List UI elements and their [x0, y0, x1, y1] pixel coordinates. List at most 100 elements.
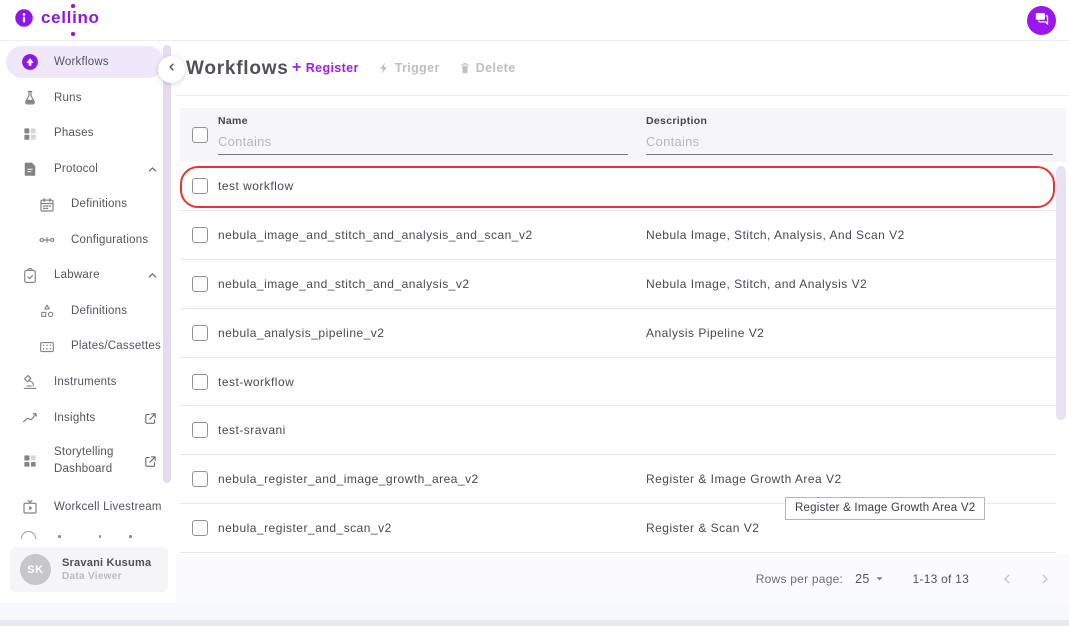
previous-page-button[interactable]: [999, 571, 1015, 587]
search-icon: [21, 531, 36, 539]
shapes-icon: [38, 302, 56, 320]
cell-name: test-sravani: [218, 423, 286, 437]
row-checkbox[interactable]: [192, 471, 208, 487]
sidebar-scrollbar[interactable]: [163, 45, 171, 483]
sidebar-item-label: Plates/Cassettes: [71, 338, 161, 355]
cell-description: Nebula Image, Stitch, and Analysis V2: [646, 277, 867, 291]
external-link-icon: [143, 411, 158, 426]
rows-per-page-label: Rows per page:: [756, 572, 843, 586]
register-button[interactable]: + Register: [292, 61, 359, 75]
toolbar: + Register Trigger Delete: [292, 61, 516, 75]
logo-dot-top: [71, 4, 75, 8]
sidebar-item-label: Workflows: [54, 54, 109, 71]
description-filter-input[interactable]: [646, 132, 1053, 155]
sidebar-item-label: Definitions: [71, 303, 127, 320]
cell-name: nebula_register_and_image_growth_area_v2: [218, 472, 479, 486]
sidebar-item-phases[interactable]: Phases: [0, 116, 176, 151]
sidebar-item-protocol[interactable]: Protocol: [0, 151, 176, 187]
partial-text-fragment: [58, 535, 61, 538]
name-filter-input[interactable]: [218, 132, 628, 155]
sidebar-item-instruments[interactable]: Instruments: [0, 364, 176, 400]
bottom-strip: [0, 620, 1069, 626]
external-link-icon: [143, 454, 158, 469]
sidebar-item-label: Protocol: [54, 161, 98, 178]
chevron-up-icon[interactable]: [145, 268, 160, 283]
plates-icon: [38, 338, 56, 356]
cell-description: Register & Scan V2: [646, 521, 759, 535]
row-checkbox[interactable]: [192, 520, 208, 536]
chevron-left-icon: [165, 60, 179, 79]
partial-text-fragment: [129, 535, 132, 538]
user-profile[interactable]: SK Sravani Kusuma Data Viewer: [10, 547, 168, 592]
sidebar-item-partial[interactable]: [0, 528, 176, 539]
calendar-icon: [38, 196, 56, 214]
configurations-icon: [38, 231, 56, 249]
next-page-button[interactable]: [1037, 571, 1053, 587]
table-row[interactable]: nebula_image_and_stitch_and_analysis_and…: [180, 211, 1056, 260]
instruments-icon: [21, 373, 39, 391]
table-row[interactable]: test-workflow: [180, 358, 1056, 407]
trigger-button[interactable]: Trigger: [377, 61, 440, 75]
row-checkbox[interactable]: [192, 178, 208, 194]
sidebar-item-labware[interactable]: Labware: [0, 258, 176, 293]
table-row[interactable]: test-sravani: [180, 406, 1056, 455]
sidebar-item-runs[interactable]: Runs: [0, 80, 176, 116]
sidebar-collapse-button[interactable]: [158, 56, 185, 83]
runs-icon: [21, 89, 39, 107]
table-scrollbar[interactable]: [1056, 166, 1066, 420]
logo-dot-bottom: [71, 32, 75, 36]
labware-icon: [21, 267, 39, 285]
row-checkbox[interactable]: [192, 374, 208, 390]
sidebar-item-label: Instruments: [54, 374, 117, 391]
cell-description: Register & Image Growth Area V2: [646, 472, 842, 486]
chat-button[interactable]: [1027, 6, 1056, 35]
sidebar: Workflows RunsPhases Protocol Definitions Co…: [0, 41, 176, 603]
cellino-logo-icon: [14, 8, 34, 28]
table-rows: test workflow nebula_image_and_stitch_and…: [180, 162, 1056, 553]
sidebar-item-definitions[interactable]: Definitions: [0, 187, 176, 222]
top-bar: cellino: [0, 0, 1069, 41]
sidebar-item-configurations[interactable]: Configurations: [0, 222, 176, 258]
row-checkbox[interactable]: [192, 276, 208, 292]
column-header-name: Name: [218, 115, 628, 127]
avatar: SK: [20, 554, 51, 585]
brand-logo[interactable]: cellino: [14, 8, 100, 28]
row-checkbox[interactable]: [192, 227, 208, 243]
lightning-icon: [377, 61, 391, 75]
sidebar-item-workcell-livestream[interactable]: Workcell Livestream: [0, 486, 176, 528]
sidebar-item-label: Storytelling Dashboard: [54, 444, 142, 477]
sidebar-item-label: Configurations: [71, 232, 148, 249]
cell-name: nebula_image_and_stitch_and_analysis_v2: [218, 277, 470, 291]
chevron-up-icon[interactable]: [145, 162, 160, 177]
livestream-icon: [21, 498, 39, 516]
pagination-bar: Rows per page: 25 1-13 of 13: [176, 554, 1069, 603]
cell-description: Analysis Pipeline V2: [646, 326, 764, 340]
sidebar-item-storytelling-dashboard[interactable]: Storytelling Dashboard: [0, 436, 176, 486]
cell-name: nebula_image_and_stitch_and_analysis_and…: [218, 228, 533, 242]
table-row[interactable]: nebula_analysis_pipeline_v2Analysis Pipe…: [180, 309, 1056, 358]
sidebar-item-insights[interactable]: Insights: [0, 400, 176, 436]
cell-name: nebula_register_and_scan_v2: [218, 521, 392, 535]
table-header: Name Description: [180, 108, 1066, 162]
forum-icon: [1033, 10, 1050, 32]
rows-per-page-select[interactable]: 25: [855, 571, 886, 586]
select-all-checkbox[interactable]: [192, 127, 208, 143]
sidebar-item-definitions[interactable]: Definitions: [0, 293, 176, 329]
sidebar-item-plates-cassettes[interactable]: Plates/Cassettes: [0, 329, 176, 364]
delete-button[interactable]: Delete: [458, 61, 516, 75]
caret-down-icon: [872, 571, 887, 586]
sidebar-item-workflows[interactable]: Workflows: [0, 44, 176, 80]
trash-icon: [458, 61, 472, 75]
pagination-range: 1-13 of 13: [913, 572, 969, 586]
dashboard-icon: [21, 452, 39, 470]
table-row[interactable]: nebula_image_and_stitch_and_analysis_v2 N…: [180, 260, 1056, 309]
sidebar-item-label: Definitions: [71, 196, 127, 213]
sidebar-item-label: Labware: [54, 267, 100, 284]
table-row[interactable]: test workflow: [180, 162, 1056, 211]
protocol-icon: [21, 160, 39, 178]
row-checkbox[interactable]: [192, 325, 208, 341]
header-divider: [176, 95, 1069, 96]
row-checkbox[interactable]: [192, 422, 208, 438]
cell-description: Nebula Image, Stitch, Analysis, And Scan…: [646, 228, 905, 242]
sidebar-item-label: Insights: [54, 410, 95, 427]
